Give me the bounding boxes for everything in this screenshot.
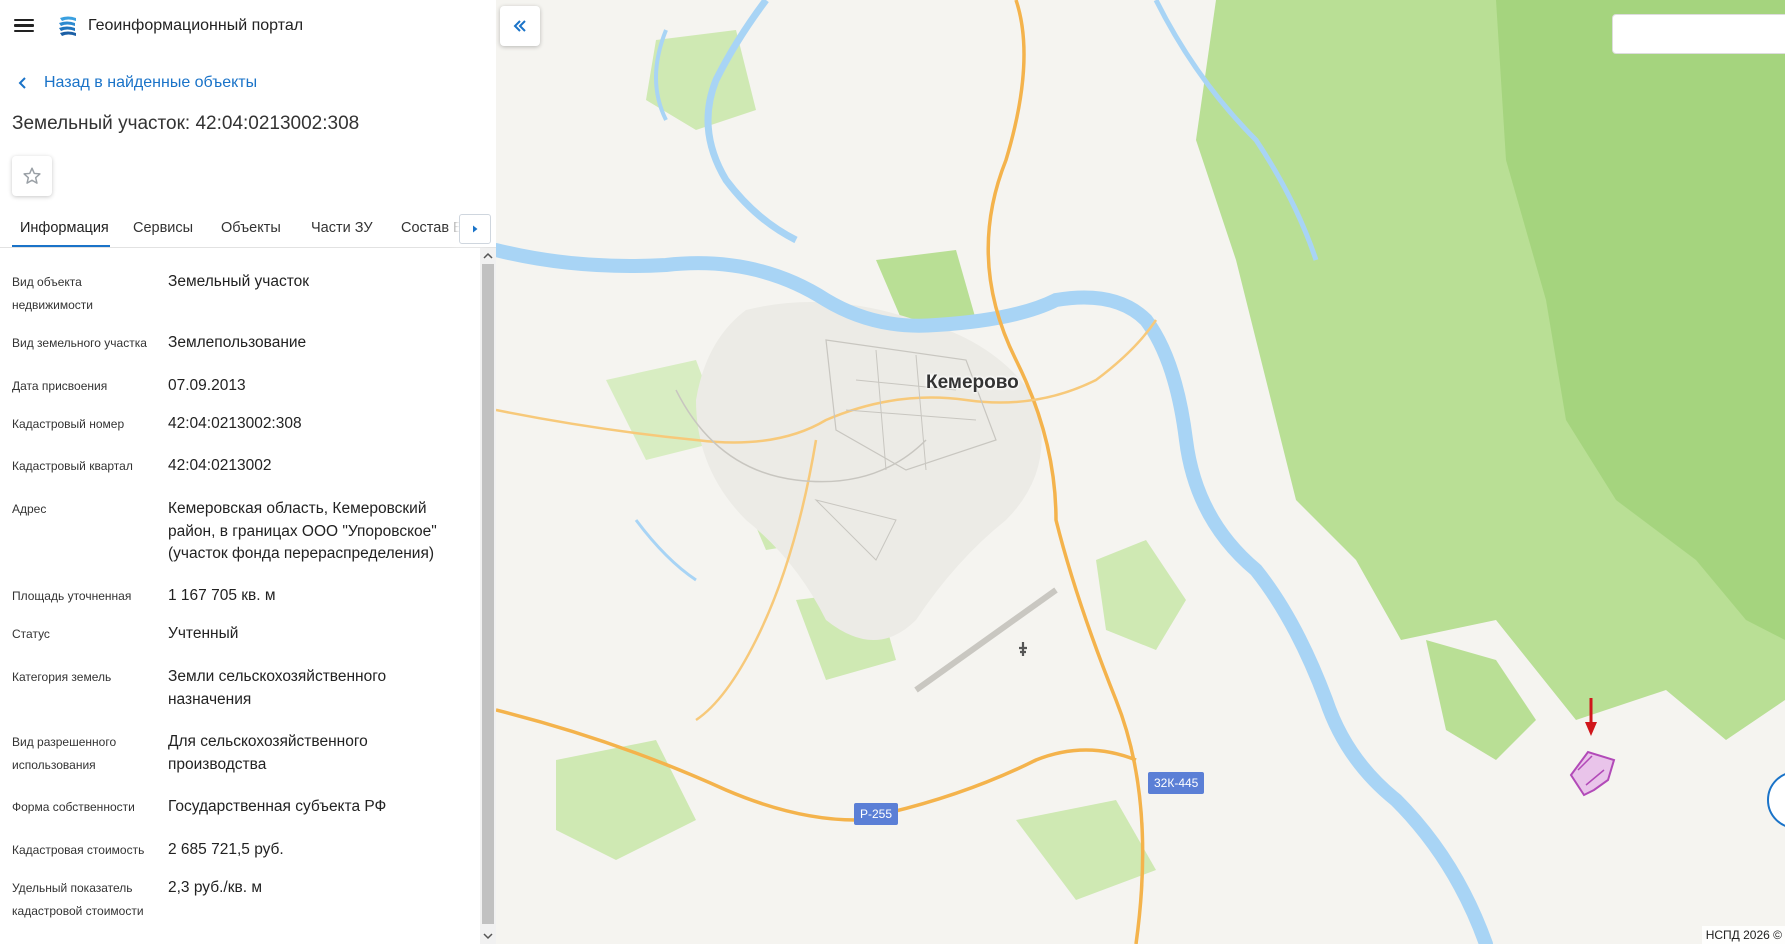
star-outline-icon (23, 167, 41, 184)
property-value: 2 685 721,5 руб. (168, 841, 284, 858)
map-pin-marker-head (1585, 722, 1597, 736)
road-label: Р-255 (854, 803, 899, 825)
property-value: Земельный участок (168, 273, 310, 290)
city-area (696, 302, 1042, 640)
map-view[interactable]: Кемерово Р-255 32К-445 НСПД 2026 © (496, 0, 1785, 944)
tab-information[interactable]: Информация (20, 220, 109, 236)
forest-area (1016, 800, 1156, 900)
hamburger-menu-icon[interactable] (12, 16, 36, 36)
object-info-panel: Геоинформационный портал Назад в найденн… (0, 0, 496, 944)
property-label: Вид объекта недвижимости (12, 275, 93, 312)
back-link-label: Назад в найденные объекты (44, 74, 258, 91)
app-title: Геоинформационный портал (88, 17, 304, 34)
property-label: Удельный показатель кадастровой стоимост… (12, 881, 144, 918)
property-value: Учтенный (168, 625, 239, 642)
active-tab-indicator (12, 245, 110, 247)
caret-right-icon (473, 225, 478, 233)
property-value: Кемеровская область, Кемеровский район, … (168, 500, 437, 562)
tabs-scroll-right-button[interactable] (459, 214, 491, 244)
map-control-partial (1767, 773, 1785, 827)
property-label: Статус (12, 627, 50, 641)
portal-logo-icon (59, 16, 76, 36)
chevron-left-icon (18, 77, 26, 89)
airplane-icon (1019, 642, 1027, 656)
scrollbar-thumb[interactable] (482, 264, 494, 924)
double-chevron-left-icon (513, 20, 526, 32)
property-list: Вид объекта недвижимости Земельный участ… (0, 256, 478, 944)
back-to-results-link[interactable]: Назад в найденные объекты (14, 73, 257, 93)
panel-scrollbar[interactable] (480, 248, 496, 944)
property-value: 07.09.2013 (168, 377, 246, 394)
property-value: 42:04:0213002:308 (168, 415, 302, 432)
property-value: Земли сельскохозяйственного назначения (168, 668, 387, 708)
property-label: Кадастровый квартал (12, 459, 133, 473)
map-search-input[interactable] (1612, 14, 1785, 54)
property-label: Вид земельного участка (12, 336, 147, 350)
collapse-panel-button[interactable] (500, 6, 540, 46)
map-canvas[interactable] (496, 0, 1785, 944)
app-root: Геоинформационный портал Назад в найденн… (0, 0, 1785, 944)
property-label: Вид разрешенного использования (12, 735, 117, 772)
favorite-button[interactable] (12, 156, 52, 196)
app-header: Геоинформационный портал (0, 0, 496, 52)
land-parcel-outline (1569, 750, 1616, 797)
property-value: 42:04:0213002 (168, 457, 272, 474)
forest-area (556, 740, 696, 860)
forest-area (1096, 540, 1186, 650)
tab-objects[interactable]: Объекты (221, 220, 281, 236)
property-value: Государственная субъекта РФ (168, 798, 387, 815)
property-value: 2,3 руб./кв. м (168, 879, 262, 896)
property-label: Адрес (12, 502, 47, 516)
airport-runway (914, 587, 1058, 693)
object-tabs: Информация Сервисы Объекты Части ЗУ Сост… (0, 210, 496, 248)
river-tributary (634, 519, 697, 582)
property-value: Для сельскохозяйственного производства (168, 733, 368, 773)
scroll-down-arrow-icon[interactable] (480, 928, 496, 944)
tab-services[interactable]: Сервисы (133, 220, 193, 236)
property-label: Кадастровый номер (12, 417, 125, 431)
map-copyright: НСПД 2026 © (1701, 926, 1785, 944)
tab-parts[interactable]: Части ЗУ (311, 220, 373, 236)
property-value: Землепользование (168, 334, 307, 351)
property-value: 1 167 705 кв. м (168, 587, 276, 604)
property-label: Дата присвоения (12, 379, 108, 393)
property-label: Форма собственности (12, 800, 135, 814)
property-label: Кадастровая стоимость (12, 843, 145, 857)
city-label: Кемерово (926, 372, 1019, 393)
property-label: Площадь уточненная (12, 589, 132, 603)
road-label: 32К-445 (1148, 772, 1205, 794)
forest-area (1426, 640, 1536, 760)
property-label: Категория земель (12, 670, 112, 684)
scroll-up-arrow-icon[interactable] (480, 248, 496, 264)
object-title: Земельный участок: 42:04:0213002:308 (12, 113, 360, 134)
